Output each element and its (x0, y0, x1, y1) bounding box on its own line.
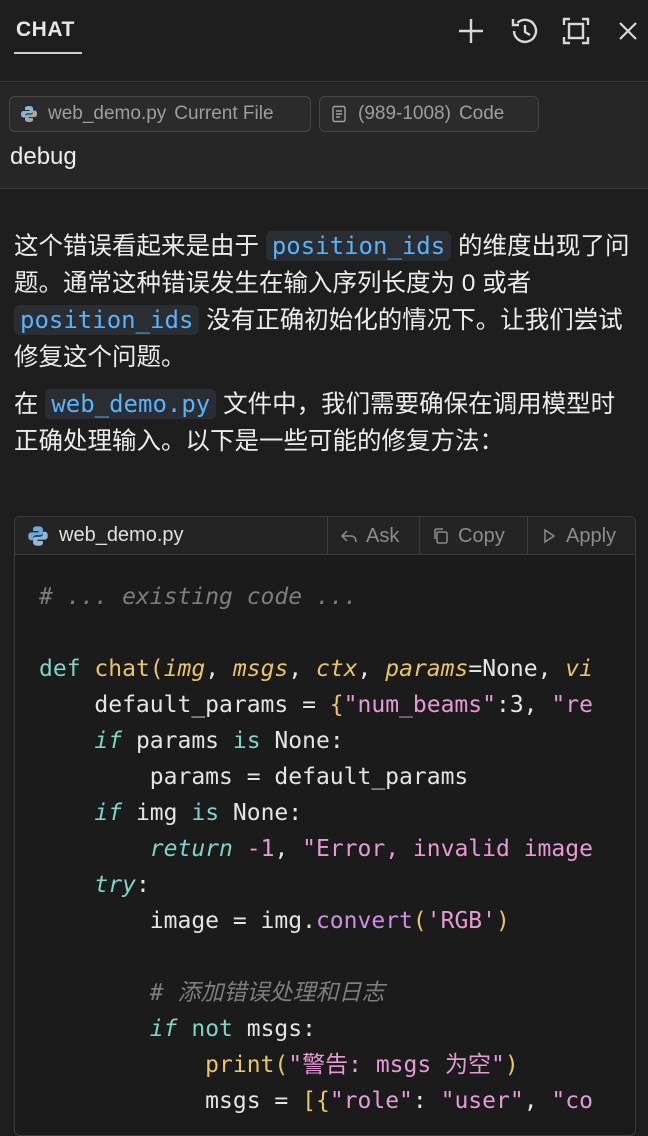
inline-code: position_ids (14, 305, 200, 335)
answer-paragraph-1: 这个错误看起来是由于 position_ids 的维度出现了问题。通常这种错误发… (14, 228, 636, 376)
active-tab-indicator (14, 52, 82, 54)
file-pill-sub: Current File (174, 103, 274, 124)
current-file-pill[interactable]: web_demo.py Current File (9, 96, 311, 132)
close-icon[interactable] (611, 14, 645, 48)
code-block-file: web_demo.py (27, 524, 184, 547)
apply-button[interactable]: Apply (527, 517, 635, 555)
apply-label: Apply (566, 524, 617, 547)
user-prompt: debug (10, 143, 77, 170)
play-icon (544, 528, 556, 544)
chat-header: CHAT (0, 0, 648, 82)
code-range-pill[interactable]: (989-1008) Code (319, 96, 539, 132)
code-lines-icon (332, 105, 346, 123)
code-pill-sub: Code (458, 103, 505, 124)
file-pill-name: web_demo.py (48, 103, 167, 124)
python-icon (28, 525, 48, 546)
ask-button[interactable]: Ask (327, 517, 419, 555)
reply-icon (340, 530, 357, 543)
assistant-answer: 这个错误看起来是由于 position_ids 的维度出现了问题。通常这种错误发… (14, 228, 636, 470)
copy-icon (434, 528, 448, 544)
maximize-icon[interactable] (559, 14, 593, 48)
code-pill-range: (989-1008) (358, 103, 451, 124)
code-block-filename: web_demo.py (59, 524, 184, 546)
python-icon (21, 106, 37, 122)
context-panel: web_demo.py Current File (989-1008) Code… (0, 83, 648, 189)
answer-paragraph-2: 在 web_demo.py 文件中，我们需要确保在调用模型时正确处理输入。以下是… (14, 386, 636, 460)
answer-text: 在 (14, 391, 46, 418)
tab-chat[interactable]: CHAT (16, 18, 75, 42)
history-icon[interactable] (507, 14, 541, 48)
inline-code: position_ids (265, 231, 452, 261)
answer-text: 这个错误看起来是由于 (14, 233, 266, 260)
copy-label: Copy (458, 524, 505, 547)
code-block-header: web_demo.py Ask Copy Apply (15, 517, 635, 555)
plus-icon[interactable] (454, 14, 488, 48)
ask-label: Ask (366, 524, 400, 547)
code-content: # ... existing code ... def chat(img, ms… (39, 584, 593, 1114)
inline-code: web_demo.py (45, 389, 217, 419)
code-block: web_demo.py Ask Copy Apply # ... existin… (14, 516, 636, 1136)
copy-button[interactable]: Copy (419, 517, 527, 555)
